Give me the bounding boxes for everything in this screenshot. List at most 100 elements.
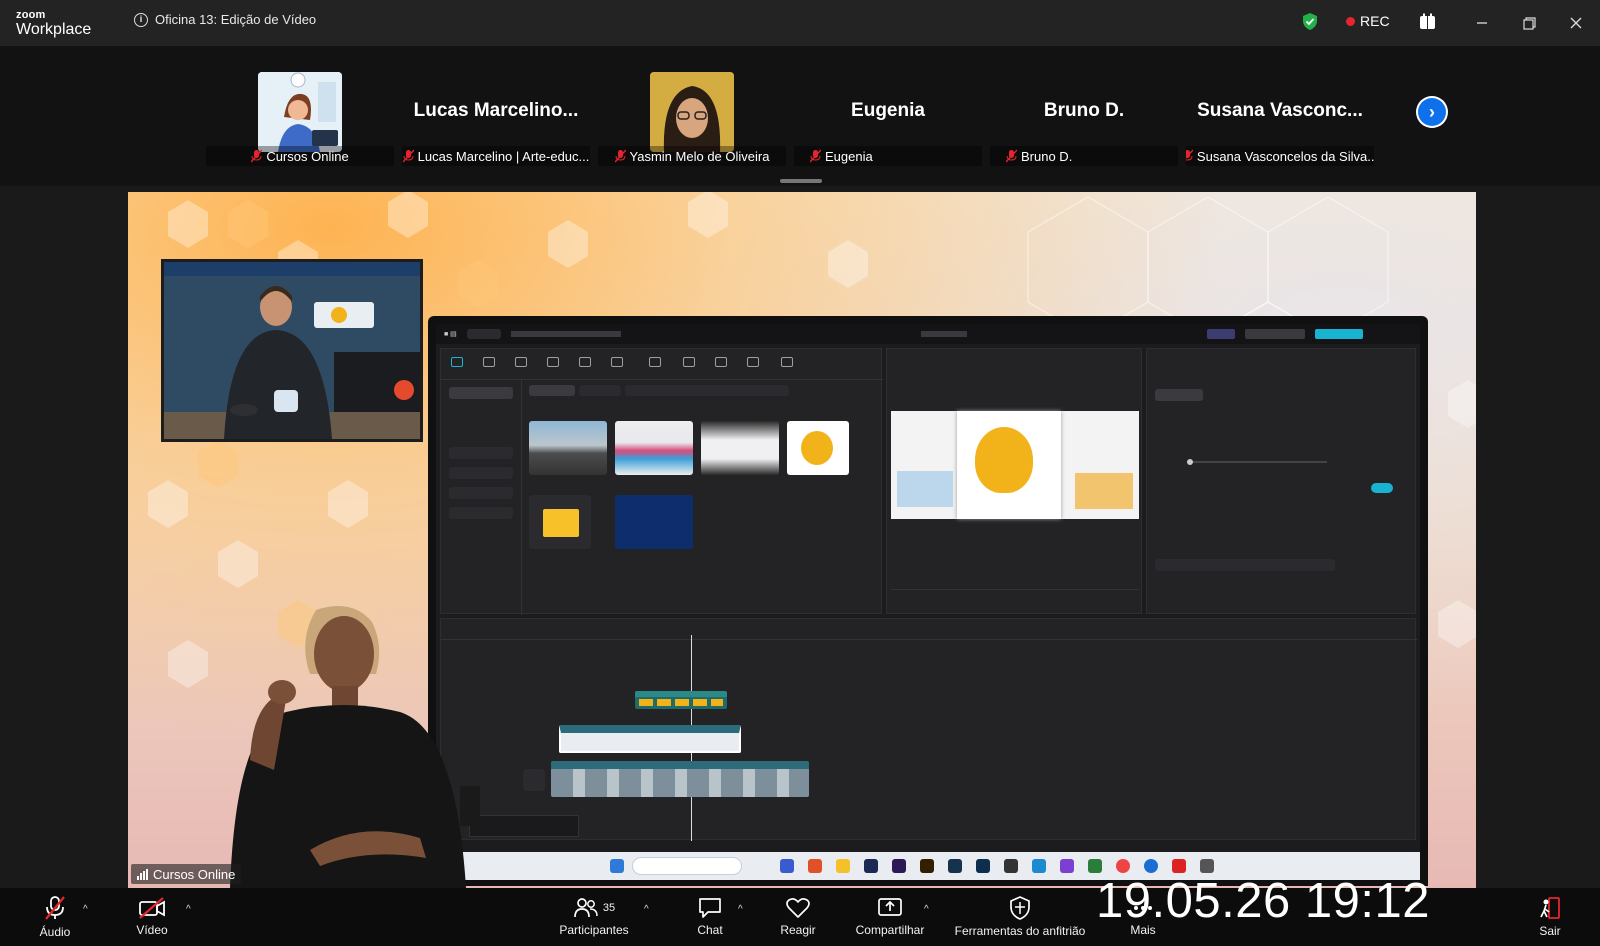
media-thumb xyxy=(701,421,779,475)
video-button[interactable]: Vídeo xyxy=(128,888,176,946)
participant-label: Eugenia xyxy=(794,146,982,166)
recording-label: REC xyxy=(1360,13,1390,29)
zoom-logo: zoom Workplace xyxy=(16,10,91,38)
signal-bars-icon xyxy=(137,868,148,880)
mic-muted-icon xyxy=(1186,149,1194,163)
media-thumb xyxy=(787,421,849,475)
participant-tile[interactable]: Yasmin Melo de Oliveira xyxy=(594,72,790,190)
brand-large: Workplace xyxy=(16,21,92,38)
participant-display-name: Bruno D. xyxy=(1043,100,1125,121)
share-label: Compartilhar xyxy=(855,923,925,937)
video-label: Vídeo xyxy=(136,923,168,937)
speaker-name: Cursos Online xyxy=(153,866,236,882)
participant-thumbnail xyxy=(258,72,342,152)
participant-name: Eugenia xyxy=(825,148,873,164)
participants-count: 35 xyxy=(602,902,616,914)
interpreter-figure xyxy=(230,606,480,888)
participants-label: Participantes xyxy=(559,923,629,937)
chat-options-caret[interactable]: ^ xyxy=(738,904,743,915)
shared-screen: ■ ▤ Cursos Online xyxy=(128,192,1476,888)
interpreter-video xyxy=(190,600,480,888)
brand-small: zoom xyxy=(16,9,46,21)
player-panel xyxy=(886,348,1142,614)
mic-muted-icon xyxy=(809,149,822,163)
restore-button[interactable] xyxy=(1515,9,1543,37)
host-tools-label: Ferramentas do anfitrião xyxy=(954,924,1086,938)
mic-muted-icon xyxy=(614,149,627,163)
media-panel xyxy=(440,348,883,615)
leave-button[interactable]: Sair xyxy=(1534,888,1566,946)
presenter-scene xyxy=(164,262,420,439)
participant-label: Yasmin Melo de Oliveira xyxy=(598,146,786,166)
chat-icon xyxy=(699,898,721,918)
participant-name: Susana Vasconcelos da Silva... xyxy=(1196,148,1374,164)
share-options-caret[interactable]: ^ xyxy=(924,904,929,915)
mic-muted-icon xyxy=(1005,149,1018,163)
participant-tile[interactable]: Lucas Marcelino... Lucas Marcelino | Art… xyxy=(398,72,594,190)
leave-icon xyxy=(1540,897,1560,919)
share-button[interactable]: Compartilhar xyxy=(850,888,930,946)
media-folder xyxy=(529,495,591,549)
host-tools-button[interactable]: Ferramentas do anfitrião xyxy=(948,888,1092,946)
participant-name: Lucas Marcelino | Arte-educ... xyxy=(417,148,590,164)
video-editor-window: ■ ▤ xyxy=(436,324,1420,880)
heart-icon xyxy=(786,898,810,918)
video-options-caret[interactable]: ^ xyxy=(186,904,191,915)
participant-tile[interactable]: Cursos Online xyxy=(202,72,398,190)
share-screen-icon xyxy=(878,898,902,916)
cursos-online-avatar xyxy=(258,72,342,152)
timeline-panel xyxy=(440,618,1417,841)
apps-icon[interactable] xyxy=(1419,13,1436,30)
react-button[interactable]: Reagir xyxy=(776,888,820,946)
strip-scroll-indicator[interactable] xyxy=(780,179,822,183)
editor-titlebar: ■ ▤ xyxy=(436,324,1420,344)
audio-options-caret[interactable]: ^ xyxy=(83,904,88,915)
participant-thumbnail xyxy=(650,72,734,152)
screen-capture-monitor: ■ ▤ xyxy=(428,316,1428,886)
chat-button[interactable]: Chat xyxy=(690,888,730,946)
mic-muted-icon xyxy=(402,149,415,163)
mic-muted-icon xyxy=(45,896,65,920)
participants-icon xyxy=(574,898,598,918)
participants-button[interactable]: 35 Participantes xyxy=(552,888,636,946)
participants-options-caret[interactable]: ^ xyxy=(644,904,649,915)
title-bar: zoom Workplace i Oficina 13: Edição de V… xyxy=(0,0,1600,46)
participant-tile[interactable]: Susana Vasconc... Susana Vasconcelos da … xyxy=(1182,72,1378,190)
participant-strip: Cursos Online Lucas Marcelino... Lucas M… xyxy=(0,46,1600,186)
chevron-right-icon: › xyxy=(1418,98,1446,126)
participant-display-name: Lucas Marcelino... xyxy=(413,100,579,121)
timeline-clip xyxy=(635,691,727,709)
properties-panel xyxy=(1146,348,1416,614)
next-page-button[interactable]: › xyxy=(1416,96,1448,128)
participant-display-name: Susana Vasconc... xyxy=(1197,100,1363,121)
participant-label: Bruno D. xyxy=(990,146,1178,166)
shield-icon[interactable] xyxy=(1302,12,1318,31)
participant-label: Lucas Marcelino | Arte-educ... xyxy=(402,146,590,166)
timestamp-overlay: 19.05.26 19:12 xyxy=(1096,874,1430,928)
participant-tile[interactable]: Bruno D. Bruno D. xyxy=(986,72,1182,190)
media-thumb xyxy=(615,495,693,549)
react-label: Reagir xyxy=(780,923,816,937)
minimize-button[interactable] xyxy=(1468,9,1496,37)
meeting-info[interactable]: i Oficina 13: Edição de Vídeo xyxy=(134,12,316,27)
timeline-clip xyxy=(551,761,809,797)
media-thumb xyxy=(529,421,607,475)
participant-name: Cursos Online xyxy=(266,148,349,164)
audio-label: Áudio xyxy=(39,925,71,939)
participant-label: Susana Vasconcelos da Silva... xyxy=(1186,146,1374,166)
media-thumb xyxy=(615,421,693,475)
leave-label: Sair xyxy=(1539,924,1561,938)
close-button[interactable] xyxy=(1562,9,1590,37)
recording-indicator[interactable]: REC xyxy=(1346,13,1390,29)
participant-photo xyxy=(650,72,734,152)
timeline-clip xyxy=(559,725,741,753)
participant-name: Yasmin Melo de Oliveira xyxy=(629,148,770,164)
presenter-video xyxy=(161,259,423,442)
record-dot-icon xyxy=(1346,16,1355,26)
audio-button[interactable]: Áudio xyxy=(32,888,78,946)
speaker-name-tag: Cursos Online xyxy=(131,864,242,884)
participant-name: Bruno D. xyxy=(1021,148,1073,164)
participant-label: Cursos Online xyxy=(206,146,394,166)
info-icon[interactable]: i xyxy=(134,12,148,27)
participant-tile[interactable]: Eugenia Eugenia xyxy=(790,72,986,190)
